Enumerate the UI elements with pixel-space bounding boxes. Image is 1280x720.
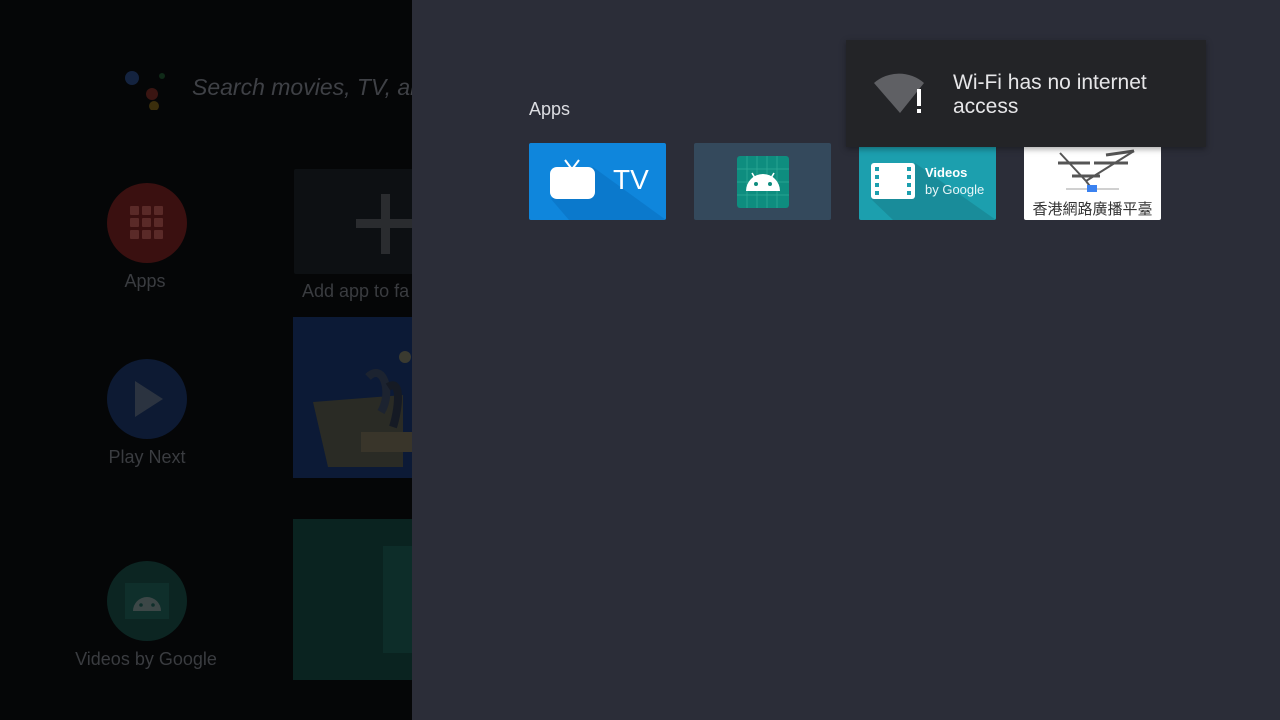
- videos-tile-title: Videos: [925, 165, 968, 180]
- play-next-button[interactable]: [107, 359, 187, 439]
- app-tile-tv[interactable]: TV: [529, 143, 666, 220]
- play-icon: [135, 381, 163, 417]
- tv-tile-text: TV: [613, 164, 649, 195]
- add-favorite-label: Add app to fa: [302, 281, 410, 301]
- grid-icon: [130, 206, 163, 239]
- apps-launcher-label: Apps: [124, 271, 166, 291]
- play-next-label: Play Next: [108, 447, 186, 467]
- videos-by-google-channel-button[interactable]: [107, 561, 187, 641]
- wifi-toast: Wi-Fi has no internet access: [846, 40, 1206, 147]
- google-assistant-icon[interactable]: [124, 66, 168, 110]
- toast-message: Wi-Fi has no internet access: [953, 71, 1147, 118]
- app-tile-android[interactable]: [694, 143, 831, 220]
- apps-launcher-button[interactable]: [107, 183, 187, 263]
- videos-by-google-label: Videos by Google: [75, 649, 217, 669]
- videos-tile-subtitle: by Google: [925, 182, 985, 197]
- android-icon: [125, 583, 169, 619]
- search-placeholder[interactable]: Search movies, TV, an: [192, 74, 423, 101]
- android-icon: [737, 156, 789, 208]
- app-tile-hk-broadcast[interactable]: 香港網路廣播平臺: [1024, 143, 1161, 220]
- hk-broadcast-label: 香港網路廣播平臺: [1032, 200, 1153, 218]
- app-tile-videos-by-google[interactable]: Videos by Google: [859, 143, 996, 220]
- wifi-no-internet-icon: [874, 73, 924, 113]
- apps-panel-title: Apps: [529, 99, 571, 119]
